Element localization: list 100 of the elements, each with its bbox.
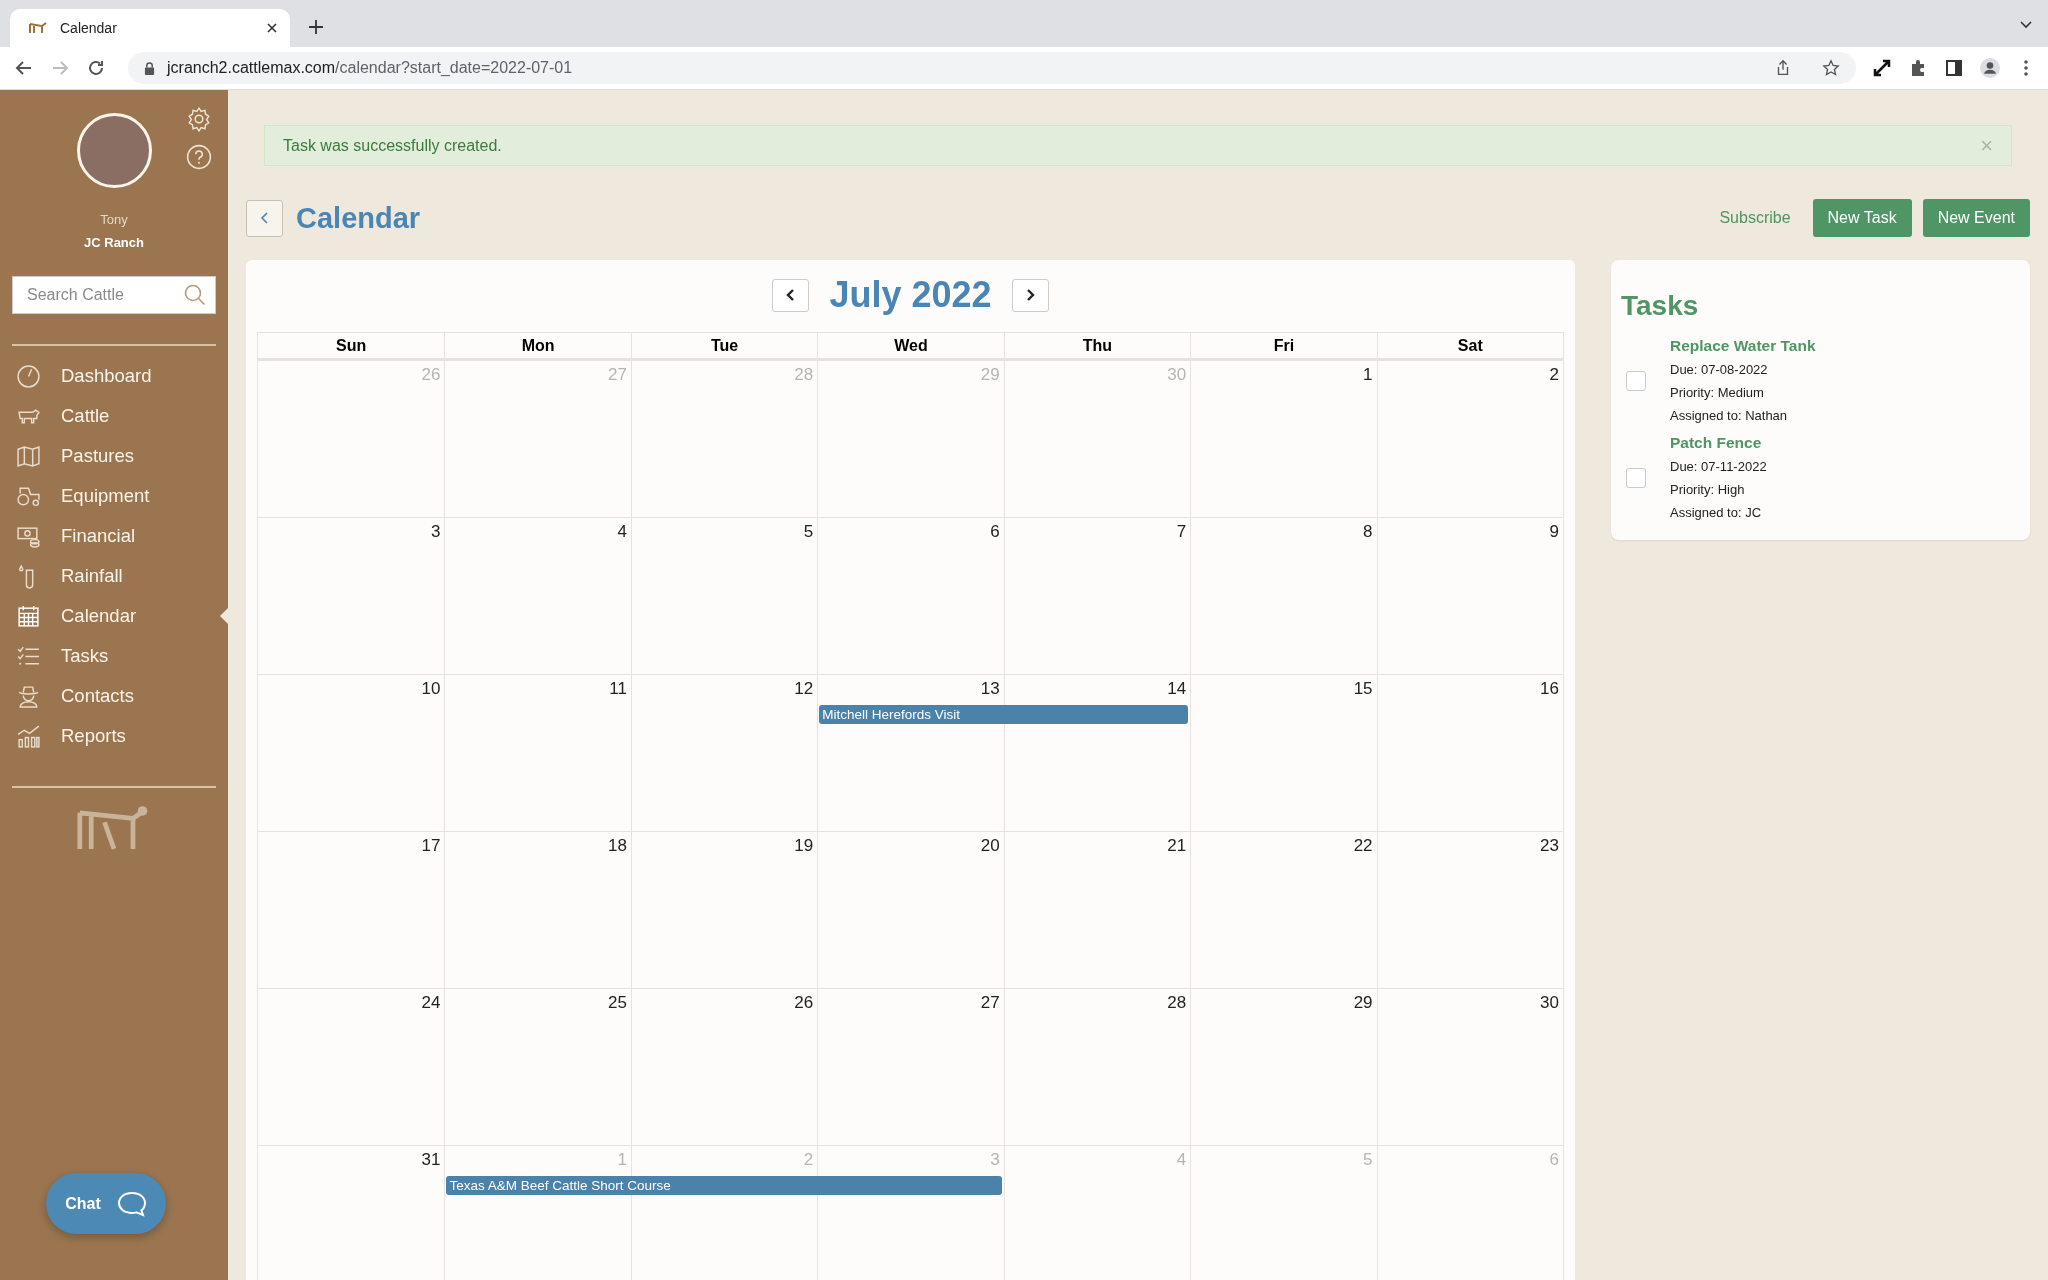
task-assignee: Assigned to: Nathan (1670, 407, 1789, 425)
star-icon[interactable] (1822, 59, 1840, 77)
task-checkbox[interactable] (1626, 467, 1646, 488)
day-number: 30 (1166, 364, 1188, 386)
expand-icon[interactable] (1872, 58, 1892, 78)
task-due-date: Due: 07-08-2022 (1670, 361, 1769, 379)
chevron-right-icon (1025, 287, 1036, 303)
day-number: 9 (1548, 521, 1560, 543)
help-icon[interactable] (186, 144, 212, 170)
chevron-left-icon (259, 210, 270, 226)
weekday-header: Thu (1003, 333, 1191, 358)
day-number: 5 (802, 521, 815, 543)
weekday-header: Mon (444, 333, 631, 358)
day-number: 18 (606, 835, 628, 857)
speech-bubble-icon (116, 1190, 147, 1217)
calendar-icon (16, 603, 41, 629)
task-name-link[interactable]: Replace Water Tank (1670, 334, 1816, 358)
nav-item[interactable]: Financial (12, 516, 216, 556)
nav-item[interactable]: Equipment (12, 476, 216, 516)
nav-item[interactable]: Contacts (12, 676, 216, 716)
nav-item[interactable]: Tasks (12, 636, 216, 676)
month-title: July 2022 (829, 274, 992, 316)
search-icon (183, 283, 207, 307)
task-priority: Priority: High (1670, 481, 1746, 499)
day-number: 22 (1352, 835, 1374, 857)
reload-icon[interactable] (86, 58, 106, 78)
day-number: 2 (1548, 364, 1560, 386)
bar-chart-icon (16, 723, 41, 749)
chevron-down-icon[interactable] (2020, 21, 2032, 29)
day-number: 27 (979, 992, 1001, 1014)
side-panel-icon[interactable] (1944, 58, 1964, 78)
day-number: 23 (1539, 835, 1560, 857)
next-month-button[interactable] (1011, 278, 1049, 312)
day-number: 27 (606, 364, 628, 386)
tab-title: Calendar (60, 20, 118, 36)
cowboy-icon (16, 683, 41, 709)
day-number: 4 (616, 521, 628, 543)
day-number: 29 (979, 364, 1001, 386)
day-number: 5 (1362, 1149, 1374, 1171)
settings-icon[interactable] (186, 106, 212, 132)
new-tab-icon[interactable] (308, 19, 324, 35)
day-number: 4 (1175, 1149, 1188, 1171)
day-number: 31 (420, 1149, 442, 1171)
day-number: 15 (1352, 678, 1374, 700)
chevron-left-icon (785, 287, 796, 303)
day-number: 17 (420, 835, 442, 857)
day-number: 30 (1539, 992, 1560, 1014)
day-number: 6 (1548, 1149, 1560, 1171)
day-number: 11 (608, 678, 628, 700)
subscribe-link[interactable]: Subscribe (1719, 209, 1791, 227)
event-bar[interactable]: Texas A&M Beef Cattle Short Course (446, 1176, 1002, 1195)
user-name: Tony (100, 212, 128, 227)
nav-item[interactable]: Reports (12, 716, 216, 756)
event-bar[interactable]: Mitchell Herefords Visit (819, 705, 1189, 724)
header-button[interactable]: New Event (1922, 199, 2030, 237)
task-checkbox[interactable] (1626, 370, 1646, 391)
address-bar[interactable]: jcranch2.cattlemax.com/calendar?start_date=2022-07-01 (128, 52, 1856, 84)
weekday-header: Sun (335, 336, 368, 356)
search-field[interactable]: Search Cattle (12, 276, 216, 314)
day-number: 28 (793, 364, 815, 386)
day-number: 1 (616, 1149, 628, 1171)
weekday-header: Fri (1190, 333, 1377, 358)
tasks-title: Tasks (1621, 290, 1700, 322)
day-number: 28 (1166, 992, 1188, 1014)
day-number: 3 (989, 1149, 1001, 1171)
nav-item[interactable]: Cattle (12, 396, 216, 436)
browser-tab[interactable]: Calendar (10, 9, 290, 47)
day-number: 20 (979, 835, 1001, 857)
day-number: 21 (1166, 835, 1188, 857)
close-tab-icon[interactable] (266, 22, 278, 34)
task-assignee: Assigned to: JC (1670, 504, 1763, 522)
profile-icon[interactable] (1980, 58, 2000, 78)
day-number: 13 (979, 678, 1001, 700)
lock-icon (144, 61, 155, 75)
task-name-link[interactable]: Patch Fence (1670, 431, 1767, 455)
url-text: jcranch2.cattlemax.com/calendar?start_date=2022-07-01 (167, 59, 573, 77)
page-title: Calendar (296, 201, 421, 235)
nav-item[interactable]: Rainfall (12, 556, 216, 596)
weekday-header: Wed (817, 333, 1004, 358)
day-number: 25 (606, 992, 628, 1014)
day-number: 12 (793, 678, 815, 700)
day-number: 10 (420, 678, 442, 700)
day-number: 19 (793, 835, 815, 857)
day-number: 26 (793, 992, 815, 1014)
nav-item[interactable]: Dashboard (12, 356, 216, 396)
day-number: 3 (429, 521, 442, 543)
previous-month-button[interactable] (772, 278, 810, 312)
weekday-header: Sat (1376, 333, 1563, 358)
day-number: 16 (1539, 678, 1560, 700)
map-icon (16, 443, 41, 469)
day-number: 7 (1175, 521, 1188, 543)
chat-button[interactable]: Chat (46, 1173, 166, 1234)
nav-item[interactable]: Pastures (12, 436, 216, 476)
header-button[interactable]: New Task (1812, 199, 1912, 237)
day-number: 29 (1352, 992, 1374, 1014)
day-number: 26 (420, 364, 442, 386)
task-due-date: Due: 07-11-2022 (1670, 458, 1767, 476)
day-number: 6 (989, 521, 1001, 543)
day-number: 1 (1362, 364, 1374, 386)
day-number: 24 (420, 992, 442, 1014)
